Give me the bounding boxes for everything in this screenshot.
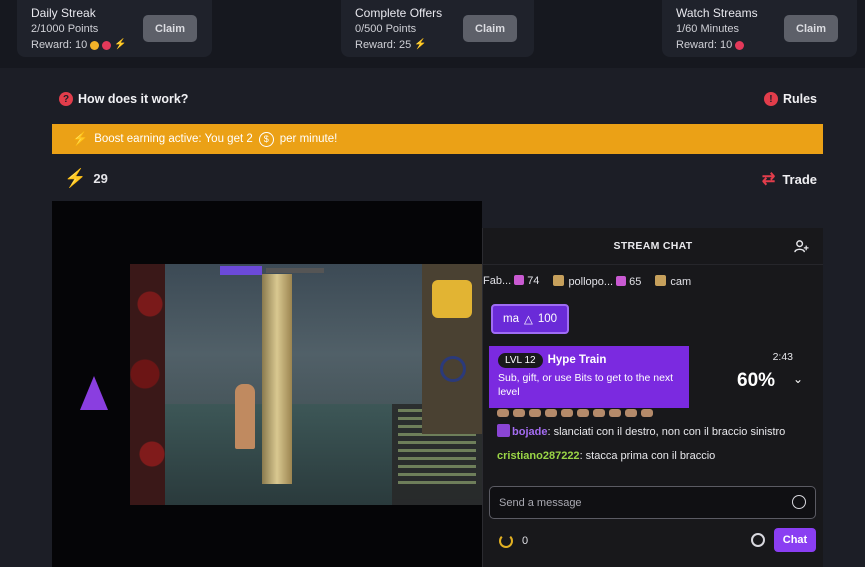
- task-reward-label: Reward: 10: [676, 39, 733, 51]
- gift-subs-leaderboard: Fab... 74 pollopo... 65 cam: [483, 265, 823, 297]
- task-reward-label: Reward: 10: [31, 39, 88, 51]
- bits-icon: △: [523, 314, 533, 326]
- how-it-works-link[interactable]: ? How does it work?: [59, 92, 188, 106]
- chat-send-button[interactable]: Chat: [774, 528, 816, 552]
- leaderboard-entry[interactable]: cam: [655, 274, 692, 288]
- swap-arrows-icon: ⇄: [761, 171, 776, 188]
- coin-icon: $: [258, 131, 274, 147]
- hype-title: Hype Train: [547, 354, 607, 366]
- lightning-icon: ⚡: [72, 131, 89, 146]
- emoji-icon[interactable]: [792, 495, 806, 509]
- claim-button[interactable]: Claim: [463, 15, 517, 42]
- lightning-icon: ⚡: [64, 168, 87, 188]
- boost-banner: ⚡ Boost earning active: You get 2 $ per …: [52, 124, 823, 154]
- task-complete-offers: Complete Offers 0/500 Points Reward: 25 ⚡…: [341, 0, 534, 57]
- chat-header: STREAM CHAT: [483, 228, 823, 265]
- task-daily-streak: Daily Streak 2/1000 Points Reward: 10 ⚡ C…: [17, 0, 212, 57]
- chat-text: : stacca prima con il braccio: [579, 450, 716, 462]
- chat-title: STREAM CHAT: [613, 240, 693, 252]
- leaderboard-count: 65: [629, 275, 642, 288]
- stream-video[interactable]: [52, 201, 482, 567]
- leaderboard-entry[interactable]: pollopo... 65: [553, 274, 642, 288]
- stream-chat-panel: STREAM CHAT Fab... 74 pollopo... 65 cam …: [482, 228, 823, 567]
- leaderboard-name: pollopo...: [568, 275, 614, 288]
- leaderboard-count: 74: [527, 275, 540, 287]
- rules-label: Rules: [782, 92, 817, 106]
- gear-icon[interactable]: [751, 533, 765, 547]
- badge-value: 100: [537, 313, 558, 325]
- hype-level: LVL 12: [498, 353, 543, 368]
- crystal-icon: [80, 376, 108, 410]
- hype-timer: 2:43: [772, 351, 793, 363]
- energy-value: 29: [93, 171, 108, 186]
- boost-text-end: per minute!: [279, 133, 338, 145]
- chat-input[interactable]: [490, 487, 780, 518]
- chat-username[interactable]: cristiano287222: [497, 450, 580, 462]
- leaderboard-name: cam: [670, 275, 692, 288]
- emote-row: [497, 409, 653, 417]
- claim-button[interactable]: Claim: [784, 15, 838, 42]
- hype-percent: 60%: [737, 370, 776, 391]
- hype-train-card[interactable]: LVL 12 Hype Train Sub, gift, or use Bits …: [489, 346, 689, 408]
- giftbox-icon: [553, 274, 565, 286]
- badge-name: ma: [502, 313, 519, 325]
- leaderboard-name: Fab...: [483, 275, 512, 287]
- giftbox-icon: [655, 274, 667, 286]
- task-watch-streams: Watch Streams 1/60 Minutes Reward: 10 Cl…: [662, 0, 857, 57]
- gift-icon: [616, 275, 627, 286]
- claim-button[interactable]: Claim: [143, 15, 197, 42]
- channel-points[interactable]: 0: [499, 534, 528, 548]
- webcam-overlay: [422, 264, 482, 434]
- trade-button[interactable]: ⇄ Trade: [762, 169, 817, 189]
- hype-train-status: 2:43 60% ⌄: [689, 346, 817, 408]
- send-message-box: [489, 486, 816, 519]
- task-reward-label: Reward: 25: [355, 39, 412, 51]
- ruby-icon: [735, 40, 745, 50]
- ruby-icon: [102, 40, 112, 50]
- how-it-works-label: How does it work?: [78, 92, 189, 106]
- chevron-down-icon[interactable]: ⌄: [793, 372, 803, 386]
- hype-description: Sub, gift, or use Bits to get to the nex…: [498, 372, 674, 398]
- chat-text: : slanciati con il destro, non con il br…: [547, 426, 786, 438]
- channel-points-icon: [499, 534, 513, 548]
- coin-icon: [90, 40, 100, 50]
- gift-icon: [514, 275, 525, 285]
- leaderboard-entry[interactable]: Fab... 74: [483, 275, 539, 287]
- boost-text: Boost earning active: You get 2: [94, 133, 253, 145]
- rules-link[interactable]: ! Rules: [763, 92, 817, 106]
- points-value: 0: [522, 535, 529, 547]
- chat-message: cristiano287222: stacca prima con il bra…: [497, 450, 715, 462]
- chat-message: bojade: slanciati con il destro, non con…: [497, 424, 785, 438]
- bits-badge[interactable]: ma △ 100: [491, 304, 569, 334]
- sub-badge-icon: [497, 424, 510, 437]
- tasks-bar: Daily Streak 2/1000 Points Reward: 10 ⚡ C…: [0, 0, 865, 68]
- lightning-icon: ⚡: [114, 39, 127, 50]
- question-icon: ?: [59, 92, 73, 106]
- exclamation-icon: !: [763, 92, 778, 106]
- chat-username[interactable]: bojade: [512, 426, 547, 438]
- energy-counter: ⚡ 29: [64, 168, 108, 189]
- users-icon[interactable]: [794, 239, 809, 254]
- lightning-icon: ⚡: [414, 39, 427, 50]
- trade-label: Trade: [782, 171, 817, 187]
